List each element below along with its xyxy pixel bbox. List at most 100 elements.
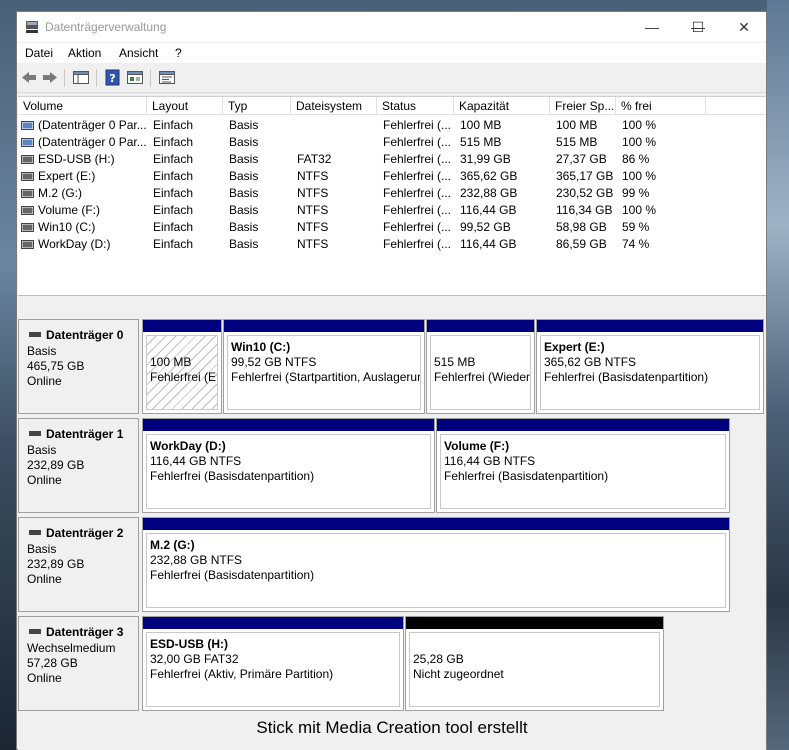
console-tree-icon[interactable] [72,69,90,86]
volume-cell: Expert (E:) [38,169,96,183]
volume-cell: Einfach [153,220,194,234]
menu-aktion[interactable]: Aktion [68,46,101,60]
disk-label-1[interactable]: Datenträger 1 Basis 232,89 GB Online [18,418,139,513]
disk-map-pane: Datenträger 0 Basis 465,75 GB Online 100… [18,300,766,750]
partition-volume-f[interactable]: Volume (F:) 116,44 GB NTFS Fehlerfrei (B… [436,418,730,513]
menu-ansicht[interactable]: Ansicht [119,46,158,60]
volume-row[interactable]: ESD-USB (H:) Einfach Basis FAT32 Fehlerfrei … [18,151,766,168]
volume-cell: Fehlerfrei (... [383,203,452,217]
volume-icon [21,240,34,249]
disk-name: Datenträger 1 [46,427,124,441]
volume-cell: Basis [229,237,259,251]
removable-disk-icon [29,629,41,634]
disk-type: Basis [27,344,57,358]
volume-cell: Einfach [153,135,194,149]
volume-cell: Basis [229,220,259,234]
partition-esd-usb[interactable]: ESD-USB (H:) 32,00 GB FAT32 Fehlerfrei (… [142,616,404,711]
volume-icon [21,223,34,232]
toolbar: ? [17,64,766,93]
column-header-volume[interactable]: Volume [18,97,147,115]
volume-cell: 31,99 GB [460,152,511,166]
partition-content: 25,28 GB Nicht zugeordnet [409,632,660,707]
volume-cell [297,134,379,151]
partition-name: Win10 (C:) [231,340,291,354]
partition-size: 116,44 GB NTFS [150,454,242,468]
partition-bar [143,518,729,530]
close-button[interactable]: ✕ [721,12,767,42]
column-header-kapazitaet[interactable]: Kapazität [454,97,550,115]
partition-expert[interactable]: Expert (E:) 365,62 GB NTFS Fehlerfrei (B… [536,319,764,414]
volume-row[interactable]: Expert (E:) Einfach Basis NTFS Fehlerfrei (.… [18,168,766,185]
settings-icon[interactable] [158,69,176,86]
volume-cell: NTFS [297,220,329,234]
partition-size: 232,88 GB NTFS [150,553,243,567]
disk-name: Datenträger 2 [46,526,124,540]
disk-label-3[interactable]: Datenträger 3 Wechselmedium 57,28 GB Onl… [18,616,139,711]
volume-cell: 58,98 GB [556,220,607,234]
properties-icon[interactable] [126,69,144,86]
column-header-freier-speicher[interactable]: Freier Sp... [550,97,616,115]
volume-cell: 230,52 GB [556,186,614,200]
volume-cell: 86 % [622,152,650,166]
partition-recovery[interactable]: 515 MB Fehlerfrei (Wieder [426,319,535,414]
volume-cell [297,117,379,134]
volume-cell: Basis [229,135,259,149]
partition-workday[interactable]: WorkDay (D:) 116,44 GB NTFS Fehlerfrei (… [142,418,435,513]
partition-m2[interactable]: M.2 (G:) 232,88 GB NTFS Fehlerfrei (Basi… [142,517,730,612]
volume-cell: 99,52 GB [460,220,511,234]
volume-icon [21,189,34,198]
partition-size: 100 MB [150,355,192,369]
partition-bar [143,419,434,431]
partition-content: Expert (E:) 365,62 GB NTFS Fehlerfrei (B… [540,335,760,410]
volume-cell: 232,88 GB [460,186,518,200]
title-bar: Datenträgerverwaltung — — ☐ ✕ [17,12,766,42]
volume-cell: Einfach [153,152,194,166]
maximize-button[interactable]: ☐ [675,12,721,42]
partition-status: Fehlerfrei (EFI [150,370,217,384]
disk-label-0[interactable]: Datenträger 0 Basis 465,75 GB Online [18,319,139,414]
partition-bar [224,320,424,332]
column-header-typ[interactable]: Typ [223,97,291,115]
volume-row[interactable]: WorkDay (D:) Einfach Basis NTFS Fehlerfrei (… [18,236,766,253]
partition-name: M.2 (G:) [150,538,195,552]
back-icon[interactable] [20,69,38,86]
volume-row[interactable]: M.2 (G:) Einfach Basis NTFS Fehlerfrei (... 2… [18,185,766,202]
volume-cell: 116,44 GB [460,203,517,217]
menu-datei[interactable]: Datei [25,46,53,60]
column-header-empty [706,97,766,115]
disk-row-0: Datenträger 0 Basis 465,75 GB Online 100… [18,319,766,414]
partition-size: 116,44 GB NTFS [444,454,536,468]
help-icon[interactable]: ? [104,69,122,86]
partition-unallocated[interactable]: 25,28 GB Nicht zugeordnet [405,616,664,711]
volume-cell: Basis [229,152,259,166]
column-header-layout[interactable]: Layout [147,97,223,115]
volume-row[interactable]: Win10 (C:) Einfach Basis NTFS Fehlerfrei (..… [18,219,766,236]
window-title: Datenträgerverwaltung [45,20,167,34]
disk-label-2[interactable]: Datenträger 2 Basis 232,89 GB Online [18,517,139,612]
partition-content: Volume (F:) 116,44 GB NTFS Fehlerfrei (B… [440,434,726,509]
partition-size: 365,62 GB NTFS [544,355,637,369]
volume-cell: Fehlerfrei (... [383,237,452,251]
volume-row[interactable]: Volume (F:) Einfach Basis NTFS Fehlerfrei (.… [18,202,766,219]
volume-cell: (Datenträger 0 Par... [38,135,147,149]
volume-cell: 365,17 GB [556,169,614,183]
column-header-status[interactable]: Status [377,97,454,115]
volume-row[interactable]: (Datenträger 0 Par... Einfach Basis Fehlerf… [18,117,766,134]
menu-help[interactable]: ? [175,46,182,60]
partition-win10[interactable]: Win10 (C:) 99,52 GB NTFS Fehlerfrei (Sta… [223,319,425,414]
partition-status: Nicht zugeordnet [413,667,504,681]
forward-icon[interactable] [41,69,59,86]
disk-state: Online [27,473,62,487]
partition-content: ESD-USB (H:) 32,00 GB FAT32 Fehlerfrei (… [146,632,400,707]
column-header-prozent-frei[interactable]: % frei [616,97,706,115]
volume-list[interactable]: Volume Layout Typ Dateisystem Status Kap… [18,96,766,295]
disk-state: Online [27,671,62,685]
volume-row[interactable]: (Datenträger 0 Par... Einfach Basis Fehlerf… [18,134,766,151]
svg-text:?: ? [109,72,115,85]
partition-bar [406,617,663,629]
disk-row-3: Datenträger 3 Wechselmedium 57,28 GB Onl… [18,616,766,711]
minimize-button-2[interactable]: — [629,12,675,42]
column-header-dateisystem[interactable]: Dateisystem [291,97,377,115]
partition-bar [537,320,763,332]
partition-efi[interactable]: 100 MB Fehlerfrei (EFI [142,319,222,414]
